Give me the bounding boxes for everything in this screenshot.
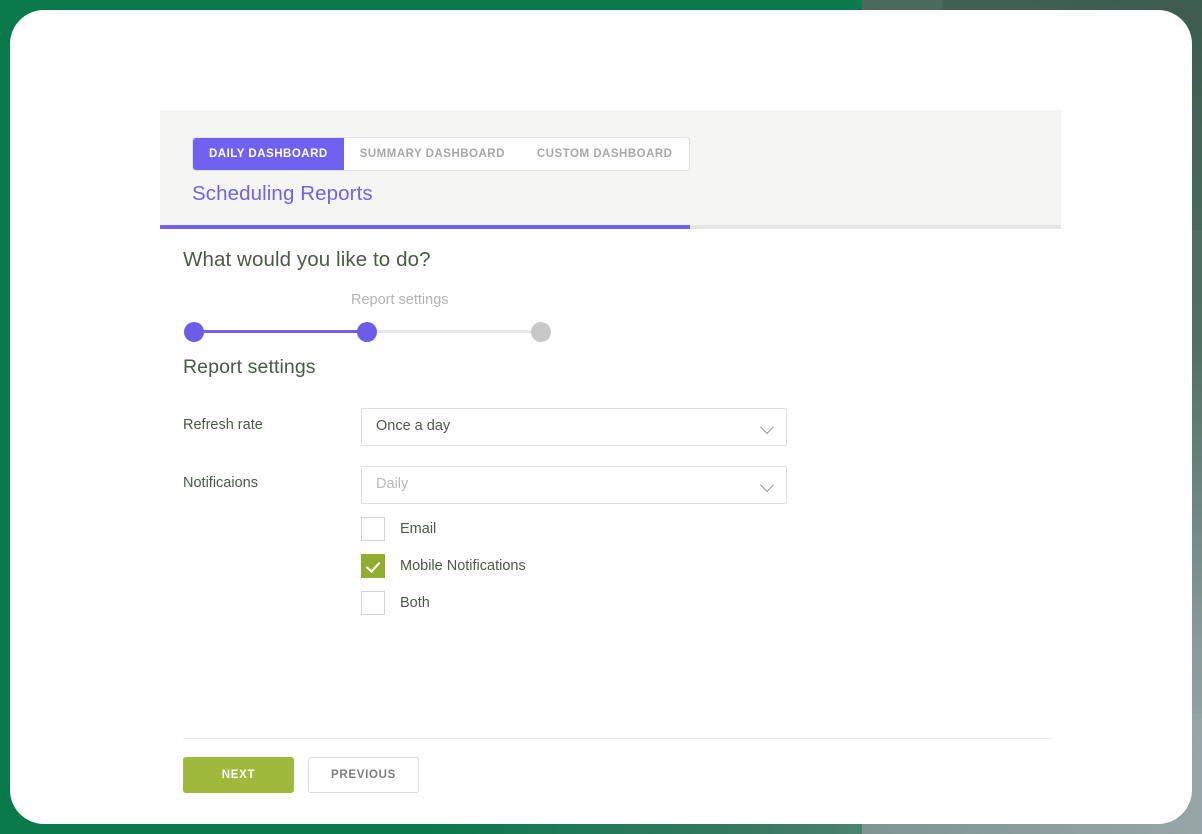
checkbox-row-both[interactable]: Both bbox=[361, 586, 781, 623]
notifications-row: Notificaions Daily bbox=[183, 466, 823, 504]
tab-summary-dashboard-label: SUMMARY DASHBOARD bbox=[359, 148, 505, 160]
stepper-current-label: Report settings bbox=[351, 292, 449, 308]
chevron-down-icon bbox=[759, 419, 775, 435]
wizard-stepper: Report settings bbox=[183, 292, 583, 342]
checkbox-email-label: Email bbox=[400, 521, 437, 537]
section-heading: Report settings bbox=[183, 356, 316, 378]
scheduling-reports-card: DAILY DASHBOARD SUMMARY DASHBOARD CUSTOM… bbox=[151, 110, 1061, 793]
refresh-rate-value: Once a day bbox=[376, 418, 451, 434]
notifications-select[interactable]: Daily bbox=[361, 466, 787, 504]
tab-daily-dashboard[interactable]: DAILY DASHBOARD bbox=[193, 138, 344, 170]
checkbox-row-email[interactable]: Email bbox=[361, 512, 781, 549]
footer-actions: NEXT PREVIOUS bbox=[183, 757, 419, 793]
next-button-label: NEXT bbox=[221, 769, 256, 781]
checkbox-email[interactable] bbox=[361, 517, 385, 541]
stepper-dot-2[interactable] bbox=[357, 322, 377, 342]
notifications-value: Daily bbox=[376, 476, 409, 492]
refresh-rate-select[interactable]: Once a day bbox=[361, 408, 787, 446]
previous-button[interactable]: PREVIOUS bbox=[308, 757, 419, 793]
notifications-label: Notificaions bbox=[183, 475, 258, 491]
refresh-rate-row: Refresh rate Once a day bbox=[183, 408, 823, 446]
tab-summary-dashboard[interactable]: SUMMARY DASHBOARD bbox=[343, 138, 521, 170]
stepper-dot-1[interactable] bbox=[184, 322, 204, 342]
stepper-line-remaining bbox=[369, 330, 541, 333]
refresh-rate-label: Refresh rate bbox=[183, 417, 263, 433]
notification-channel-checkbox-group: Email Mobile Notifications Both bbox=[361, 512, 781, 623]
next-button[interactable]: NEXT bbox=[183, 757, 294, 793]
checkbox-mobile-notifications[interactable] bbox=[361, 554, 385, 578]
page-panel: DAILY DASHBOARD SUMMARY DASHBOARD CUSTOM… bbox=[10, 10, 1192, 824]
question-heading: What would you like to do? bbox=[183, 248, 431, 271]
checkbox-both-label: Both bbox=[400, 595, 430, 611]
chevron-down-icon bbox=[759, 477, 775, 493]
wizard-progress-track bbox=[160, 225, 1061, 229]
checkbox-row-mobile-notifications[interactable]: Mobile Notifications bbox=[361, 549, 781, 586]
tab-daily-dashboard-label: DAILY DASHBOARD bbox=[209, 148, 328, 160]
wizard-progress-fill bbox=[160, 225, 690, 229]
checkbox-mobile-notifications-label: Mobile Notifications bbox=[400, 558, 526, 574]
previous-button-label: PREVIOUS bbox=[330, 769, 397, 781]
checkbox-both[interactable] bbox=[361, 591, 385, 615]
tab-custom-dashboard[interactable]: CUSTOM DASHBOARD bbox=[520, 138, 689, 170]
stepper-dot-3[interactable] bbox=[531, 322, 551, 342]
page-title: Scheduling Reports bbox=[192, 182, 373, 205]
wizard-header: DAILY DASHBOARD SUMMARY DASHBOARD CUSTOM… bbox=[160, 110, 1061, 228]
dashboard-tab-strip: DAILY DASHBOARD SUMMARY DASHBOARD CUSTOM… bbox=[192, 137, 690, 171]
tab-custom-dashboard-label: CUSTOM DASHBOARD bbox=[536, 148, 673, 160]
footer-divider bbox=[183, 738, 1053, 739]
stepper-line-completed bbox=[197, 330, 372, 333]
